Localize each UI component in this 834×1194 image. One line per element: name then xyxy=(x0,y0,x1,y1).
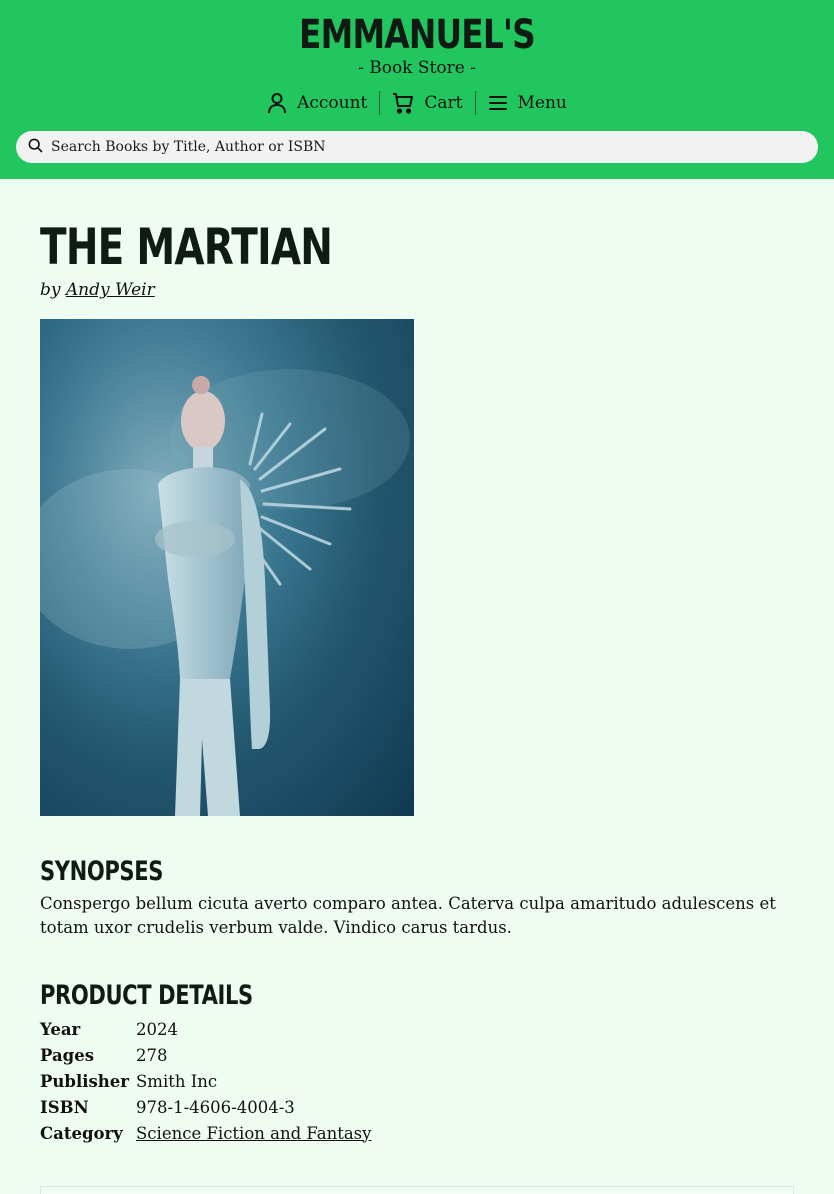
detail-label-isbn: ISBN xyxy=(40,1097,89,1117)
hamburger-icon xyxy=(488,95,508,111)
nav-account-label: Account xyxy=(297,93,368,113)
nav-menu-button[interactable]: Menu xyxy=(476,93,579,113)
detail-label-year: Year xyxy=(40,1019,81,1039)
search-bar[interactable] xyxy=(16,131,818,163)
cover-illustration xyxy=(40,319,414,816)
detail-label-category: Category xyxy=(40,1123,123,1143)
byline-prefix: by xyxy=(40,280,61,300)
store-tagline: - Book Store - xyxy=(358,58,476,78)
detail-value-publisher: Smith Inc xyxy=(136,1071,218,1091)
category-link[interactable]: Science Fiction and Fantasy xyxy=(136,1124,371,1143)
search-icon xyxy=(28,138,43,157)
nav-account-link[interactable]: Account xyxy=(255,92,379,114)
store-logo[interactable]: EMMANUEL'S xyxy=(75,12,759,58)
synopsis-heading: SYNOPSES xyxy=(40,856,163,887)
site-header: EMMANUEL'S - Book Store - Account Cart M… xyxy=(0,0,834,179)
product-details-table: Year 2024 Pages 278 Publisher Smith Inc … xyxy=(40,1016,371,1146)
search-input[interactable] xyxy=(51,139,791,155)
book-cover-image xyxy=(40,319,414,816)
author-link[interactable]: Andy Weir xyxy=(66,280,155,300)
table-row: Category Science Fiction and Fantasy xyxy=(40,1120,371,1146)
nav-cart-link[interactable]: Cart xyxy=(380,92,474,114)
detail-label-publisher: Publisher xyxy=(40,1071,129,1091)
nav-cart-label: Cart xyxy=(424,93,463,113)
table-row: Year 2024 xyxy=(40,1016,371,1042)
book-byline: by Andy Weir xyxy=(40,280,155,300)
user-icon xyxy=(267,92,287,114)
detail-value-isbn: 978-1-4606-4004-3 xyxy=(136,1097,295,1117)
book-title: THE MARTIAN xyxy=(40,218,333,276)
product-details-heading: PRODUCT DETAILS xyxy=(40,980,253,1011)
detail-value-category-cell: Science Fiction and Fantasy xyxy=(136,1120,371,1146)
table-row: Publisher Smith Inc xyxy=(40,1068,371,1094)
cart-icon xyxy=(392,92,414,114)
synopsis-text: Conspergo bellum cicuta averto comparo a… xyxy=(40,894,776,937)
detail-value-pages: 278 xyxy=(136,1045,168,1065)
nav-divider xyxy=(379,91,381,115)
main-nav: Account Cart Menu xyxy=(0,90,834,116)
detail-label-pages: Pages xyxy=(40,1045,94,1065)
nav-menu-label: Menu xyxy=(517,93,567,113)
detail-value-year: 2024 xyxy=(136,1019,178,1039)
next-section-box xyxy=(40,1186,794,1194)
table-row: Pages 278 xyxy=(40,1042,371,1068)
nav-divider xyxy=(474,91,476,115)
table-row: ISBN 978-1-4606-4004-3 xyxy=(40,1094,371,1120)
